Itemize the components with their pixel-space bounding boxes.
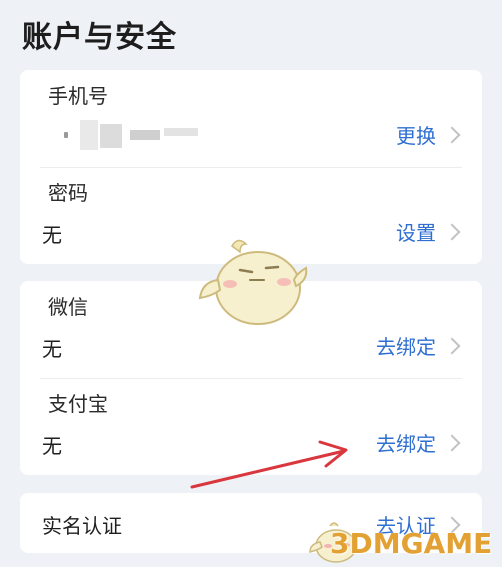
chevron-right-icon bbox=[443, 126, 461, 143]
watermark-text: 3DMGAME bbox=[330, 527, 493, 560]
bind-alipay-label: 去绑定 bbox=[376, 432, 436, 456]
password-value: 无 bbox=[42, 223, 62, 247]
password-label: 密码 bbox=[48, 181, 88, 205]
chevron-right-icon bbox=[443, 337, 461, 354]
account-security-page: 账户与安全 手机号 更换 密码 无 设置 微信 无 去绑定 支付宝 无 去绑定 … bbox=[0, 0, 502, 567]
wechat-value: 无 bbox=[42, 337, 62, 361]
phone-number-masked bbox=[64, 120, 204, 150]
bind-wechat-button[interactable]: 去绑定 bbox=[376, 331, 462, 360]
change-phone-label: 更换 bbox=[396, 124, 436, 148]
set-password-label: 设置 bbox=[396, 221, 436, 245]
alipay-label: 支付宝 bbox=[48, 392, 108, 416]
bind-wechat-label: 去绑定 bbox=[376, 335, 436, 359]
wechat-label: 微信 bbox=[48, 295, 88, 319]
page-title: 账户与安全 bbox=[22, 20, 177, 55]
account-card: 手机号 更换 密码 无 设置 bbox=[20, 70, 482, 264]
alipay-row[interactable]: 支付宝 无 去绑定 bbox=[20, 378, 482, 475]
change-phone-button[interactable]: 更换 bbox=[396, 120, 462, 149]
phone-label: 手机号 bbox=[48, 84, 108, 108]
set-password-button[interactable]: 设置 bbox=[396, 217, 462, 246]
chevron-right-icon bbox=[443, 223, 461, 240]
mascot-chick-icon bbox=[198, 239, 308, 325]
alipay-value: 无 bbox=[42, 434, 62, 458]
realname-label: 实名认证 bbox=[42, 514, 122, 538]
phone-row[interactable]: 手机号 更换 bbox=[20, 70, 482, 167]
chevron-right-icon bbox=[443, 434, 461, 451]
bind-alipay-button[interactable]: 去绑定 bbox=[376, 428, 462, 457]
